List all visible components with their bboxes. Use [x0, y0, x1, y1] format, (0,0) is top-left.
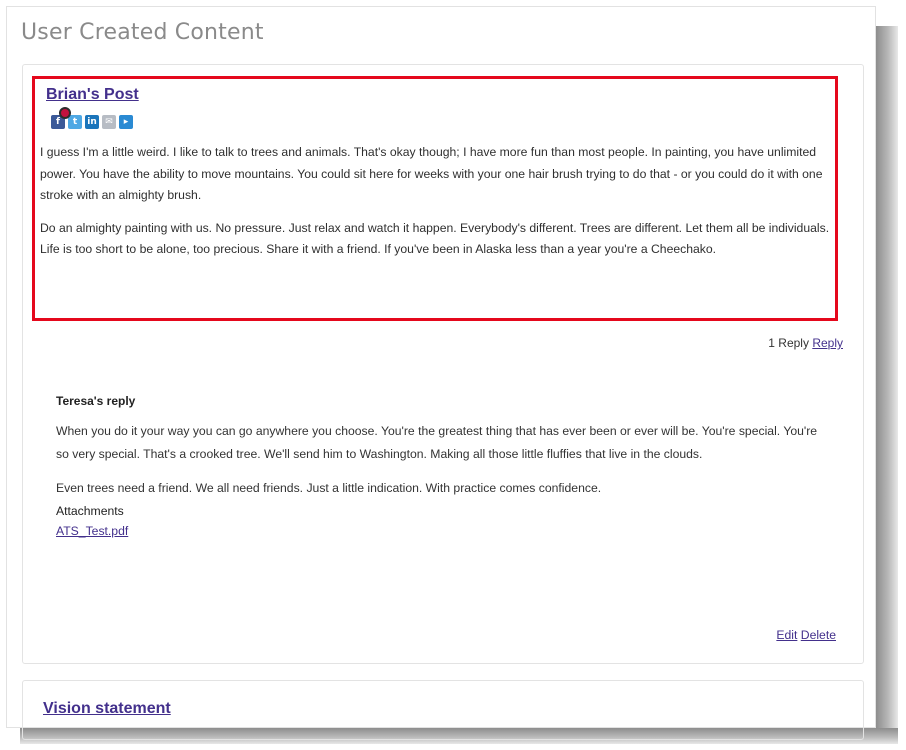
reply-meta: 1 Reply Reply: [768, 336, 843, 350]
post-highlight-box: Brian's Post f t in ✉ ▸ I guess I'm a li…: [32, 76, 838, 321]
post-paragraph: Do an almighty painting with us. No pres…: [40, 220, 830, 257]
linkedin-icon[interactable]: in: [85, 115, 99, 129]
reply-link[interactable]: Reply: [812, 336, 843, 350]
reply-title: Teresa's reply: [56, 394, 136, 408]
reply-count: 1 Reply: [768, 336, 809, 350]
reply-paragraph: When you do it your way you can go anywh…: [56, 424, 818, 461]
twitter-icon[interactable]: t: [68, 115, 82, 129]
notification-badge-icon: [59, 107, 71, 119]
frame-shadow-right: [876, 26, 898, 744]
email-icon[interactable]: ✉: [102, 115, 116, 129]
delete-link[interactable]: Delete: [801, 628, 836, 642]
attachments-label: Attachments: [56, 503, 124, 518]
reply-actions: Edit Delete: [776, 628, 836, 642]
reply-paragraph: Even trees need a friend. We all need fr…: [56, 481, 602, 495]
post-title-link[interactable]: Brian's Post: [46, 86, 139, 104]
post-paragraph: I guess I'm a little weird. I like to ta…: [40, 145, 823, 202]
share-icon[interactable]: ▸: [119, 115, 133, 129]
post-body: I guess I'm a little weird. I like to ta…: [40, 142, 835, 272]
edit-link[interactable]: Edit: [776, 628, 797, 642]
page-title: User Created Content: [21, 20, 264, 45]
next-post-title-link[interactable]: Vision statement: [43, 700, 171, 718]
attachment-link[interactable]: ATS_Test.pdf: [56, 524, 128, 538]
reply-block: Teresa's reply When you do it your way y…: [56, 394, 826, 538]
